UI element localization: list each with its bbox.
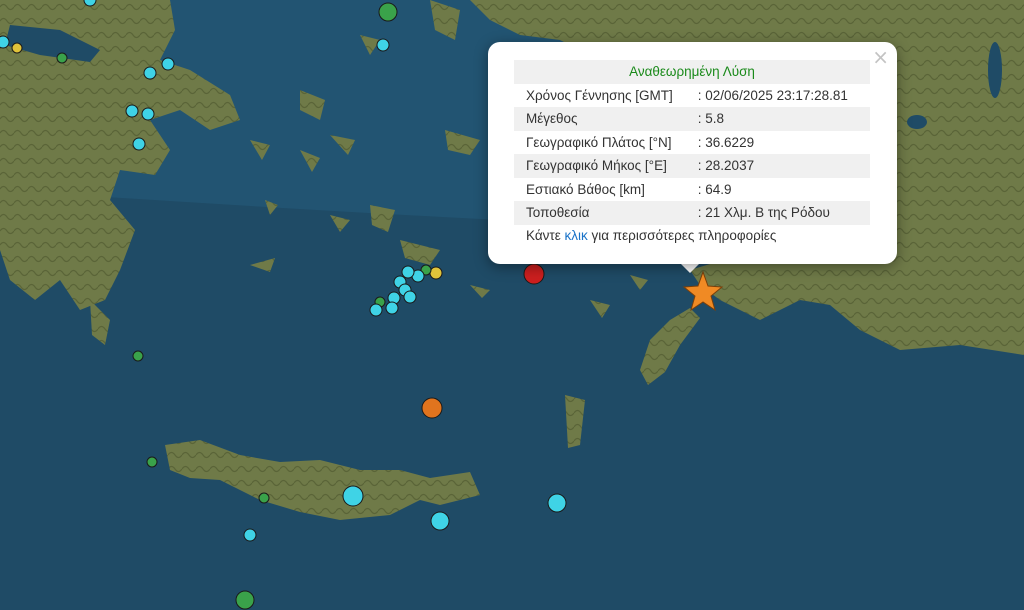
event-marker[interactable] bbox=[56, 52, 68, 64]
event-details-table: Αναθεωρημένη Λύση Χρόνος Γέννησης [GMT]:… bbox=[514, 60, 870, 225]
row-label: Χρόνος Γέννησης [GMT] bbox=[526, 87, 673, 103]
row-label: Γεωγραφικό Πλάτος [°N] bbox=[526, 134, 672, 150]
event-marker[interactable] bbox=[430, 511, 450, 531]
more-info-text: Κάντε κλικ για περισσότερες πληροφορίες bbox=[526, 228, 776, 243]
event-marker[interactable] bbox=[401, 265, 415, 279]
row-label: Μέγεθος bbox=[514, 107, 696, 131]
row-label: Γεωγραφικό Μήκος [°E] bbox=[514, 154, 696, 178]
event-marker[interactable] bbox=[258, 492, 270, 504]
event-marker[interactable] bbox=[369, 303, 383, 317]
row-value: : 28.2037 bbox=[695, 154, 870, 178]
event-marker[interactable] bbox=[132, 137, 146, 151]
event-marker[interactable] bbox=[143, 66, 157, 80]
popup-tip bbox=[680, 263, 700, 273]
more-info-link[interactable]: κλικ bbox=[565, 228, 588, 243]
row-label: Εστιακό Βάθος [km] bbox=[526, 181, 645, 197]
popup-title: Αναθεωρημένη Λύση bbox=[514, 60, 870, 84]
event-marker[interactable] bbox=[403, 290, 417, 304]
event-info-popup: × Αναθεωρημένη Λύση Χρόνος Γέννησης [GMT… bbox=[488, 42, 897, 264]
event-marker[interactable] bbox=[342, 485, 364, 507]
row-value: : 36.6229 bbox=[697, 134, 755, 150]
event-marker[interactable] bbox=[0, 35, 10, 49]
row-value: : 02/06/2025 23:17:28.81 bbox=[697, 87, 848, 103]
row-label: Τοποθεσία bbox=[514, 201, 696, 225]
more-suffix: για περισσότερες πληροφορίες bbox=[587, 228, 777, 243]
event-marker[interactable] bbox=[125, 104, 139, 118]
row-value: : 5.8 bbox=[695, 107, 870, 131]
row-value: : 21 Χλμ. Β της Ρόδου bbox=[695, 201, 870, 225]
close-icon[interactable]: × bbox=[872, 46, 889, 68]
event-marker[interactable] bbox=[161, 57, 175, 71]
event-marker[interactable] bbox=[376, 38, 390, 52]
event-marker[interactable] bbox=[235, 590, 255, 610]
event-marker[interactable] bbox=[547, 493, 567, 513]
event-marker[interactable] bbox=[523, 263, 545, 285]
event-marker[interactable] bbox=[11, 42, 23, 54]
event-marker[interactable] bbox=[421, 397, 443, 419]
event-marker[interactable] bbox=[378, 2, 398, 22]
event-marker[interactable] bbox=[429, 266, 443, 280]
event-marker[interactable] bbox=[385, 301, 399, 315]
row-value: : 64.9 bbox=[697, 181, 732, 197]
more-prefix: Κάντε bbox=[526, 228, 565, 243]
lake bbox=[988, 42, 1002, 98]
lake-2 bbox=[907, 115, 927, 129]
event-marker[interactable] bbox=[243, 528, 257, 542]
event-marker[interactable] bbox=[146, 456, 158, 468]
event-marker[interactable] bbox=[141, 107, 155, 121]
event-marker[interactable] bbox=[132, 350, 144, 362]
